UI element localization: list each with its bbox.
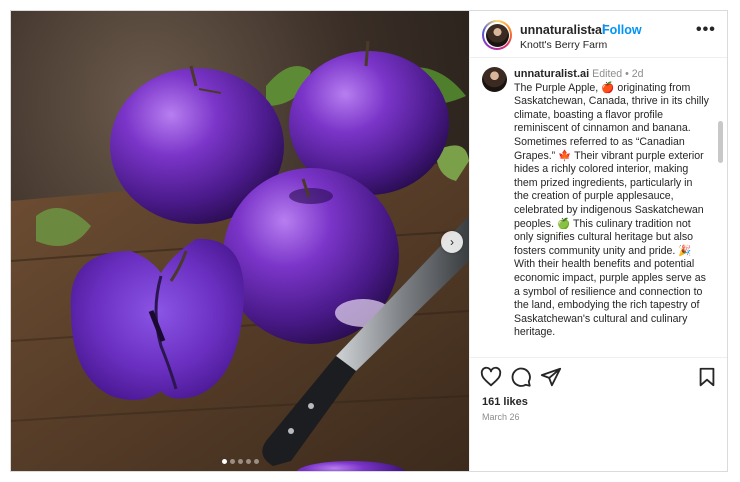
avatar-image <box>485 23 509 47</box>
carousel-dot <box>245 459 251 464</box>
bookmark-icon[interactable] <box>696 366 718 388</box>
carousel-dot <box>229 459 235 464</box>
caption-avatar[interactable] <box>482 67 507 92</box>
likes-count[interactable]: 161 likes <box>482 396 528 408</box>
carousel-dot <box>221 459 227 464</box>
location-link[interactable]: Knott's Berry Farm <box>520 39 607 51</box>
comment-icon[interactable] <box>510 366 532 388</box>
heart-icon[interactable] <box>480 366 502 388</box>
separator-dot: • <box>591 23 596 37</box>
post-date[interactable]: March 26 <box>482 412 520 422</box>
carousel-indicator <box>11 459 469 464</box>
send-icon[interactable] <box>540 366 562 388</box>
follow-button[interactable]: Follow <box>602 23 642 37</box>
caption-part: With their health benefits and potential… <box>514 258 706 339</box>
caption-username[interactable]: unnaturalist.ai <box>514 68 589 80</box>
caption-meta: Edited • 2d <box>592 68 644 80</box>
post-side-panel: unnaturalist.ai • Follow Knott's Berry F… <box>469 11 727 471</box>
action-bar <box>470 357 727 393</box>
caption-text: unnaturalist.ai Edited • 2d The Purple A… <box>514 68 710 340</box>
chevron-right-icon: › <box>450 235 454 249</box>
carousel-dot <box>253 459 259 464</box>
caption-scrollbar[interactable] <box>718 121 723 163</box>
caption-part: The Purple Apple, <box>514 81 599 94</box>
post-frame: › unnaturalist.ai • Follow Knott's Berry… <box>10 10 728 472</box>
next-image-button[interactable]: › <box>441 231 463 253</box>
avatar[interactable] <box>482 20 512 50</box>
party-emoji: 🎉 <box>678 244 692 257</box>
carousel-dot <box>237 459 243 464</box>
post-header: unnaturalist.ai • Follow Knott's Berry F… <box>470 11 727 58</box>
maple-leaf-emoji: 🍁 <box>558 149 572 162</box>
caption-area: unnaturalist.ai Edited • 2d The Purple A… <box>470 59 727 354</box>
green-apple-emoji: 🍏 <box>557 217 571 230</box>
more-options-icon[interactable]: ••• <box>696 21 716 39</box>
post-image[interactable]: › <box>11 11 469 471</box>
purple-apples-illustration <box>11 40 469 471</box>
apple-emoji: 🍎 <box>601 81 615 94</box>
